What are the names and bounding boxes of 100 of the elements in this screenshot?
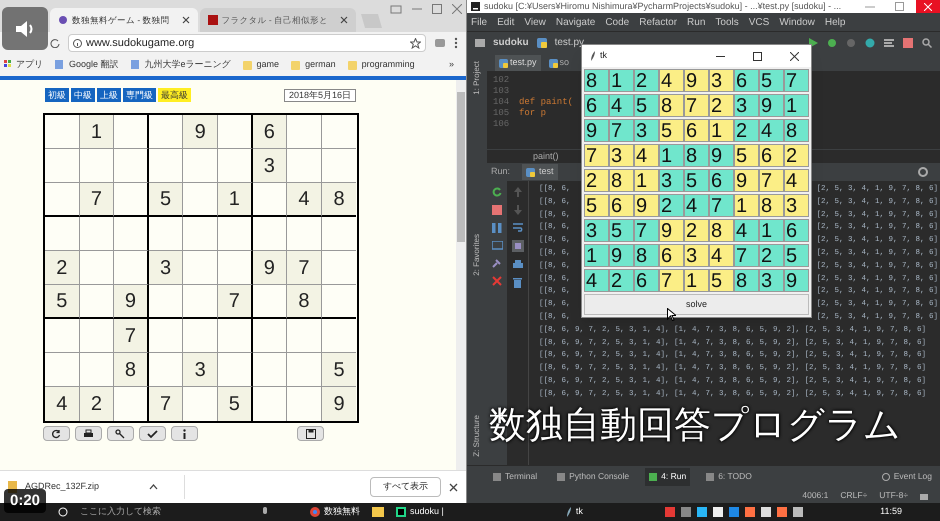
sudoku-cell[interactable]: 7 [148, 387, 184, 421]
status-item[interactable]: CRLF÷ [840, 488, 868, 502]
taskbar-app[interactable]: 数独無料 [310, 505, 360, 519]
sudoku-cell[interactable]: 3 [252, 149, 288, 183]
line-number: 105 [492, 108, 510, 119]
tool-tab[interactable]: 6: TODO [702, 468, 756, 486]
sudoku-cell[interactable]: 8 [114, 353, 149, 387]
menu-item[interactable]: Window [779, 14, 815, 30]
menu-item[interactable]: Navigate [556, 14, 596, 30]
browser-tab[interactable]: フラクタル - 自己相似形と [200, 8, 356, 32]
bookmark[interactable]: Google 翻訳 [55, 58, 119, 72]
taskbar-app[interactable]: tk [566, 505, 583, 519]
more-bookmarks[interactable]: » [448, 58, 462, 72]
answer-cell: 7 [784, 69, 809, 92]
menu-item[interactable]: VCS [748, 14, 770, 30]
answer-cell: 9 [659, 219, 684, 242]
answer-cell: 4 [784, 169, 809, 192]
menu-item[interactable]: Tools [715, 14, 739, 30]
level-button[interactable]: 専門級 [123, 88, 156, 102]
answer-cell: 7 [584, 144, 609, 167]
answer-cell: 1 [759, 219, 784, 242]
answer-cell: 3 [659, 169, 684, 192]
side-tab[interactable]: 2: Favorites [471, 234, 483, 276]
sudoku-cell[interactable]: 5 [148, 183, 184, 217]
tool-tab[interactable]: 4: Run [645, 468, 690, 486]
bookmark[interactable]: 九州大学eラーニング [130, 58, 231, 72]
level-button[interactable]: 上級 [97, 88, 121, 102]
answer-cell: 2 [759, 244, 784, 267]
function-breadcrumb[interactable]: paint() [533, 150, 559, 164]
menu-item[interactable]: Run [687, 14, 706, 30]
sudoku-cell[interactable]: 9 [252, 251, 288, 285]
menu-item[interactable]: Refactor [639, 14, 678, 30]
browser-tab[interactable]: 数独無料ゲーム - 数独問 [50, 8, 198, 32]
answer-cell: 2 [734, 119, 759, 142]
bookmark[interactable]: german [291, 58, 336, 72]
sudoku-cell[interactable]: 9 [114, 285, 149, 319]
show-all-button[interactable]: すべて表示 [370, 477, 441, 497]
answer-cell: 7 [734, 244, 759, 267]
sudoku-cell[interactable]: 9 [183, 115, 218, 149]
video-caption: 数独自動回答プログラム [489, 403, 901, 447]
sudoku-cell[interactable]: 7 [114, 319, 149, 353]
sudoku-cell[interactable]: 5 [45, 285, 80, 319]
sudoku-cell[interactable]: 5 [218, 387, 253, 421]
bookmark[interactable]: programming [348, 58, 415, 72]
line-number: 106 [492, 119, 510, 130]
side-tab[interactable]: 1: Project [471, 61, 483, 95]
answer-cell: 6 [759, 144, 784, 167]
answer-cell: 8 [584, 69, 609, 92]
sudoku-cell[interactable]: 7 [218, 285, 253, 319]
sudoku-cell[interactable]: 7 [80, 183, 114, 217]
sudoku-cell[interactable]: 1 [80, 115, 114, 149]
breadcrumb-item[interactable]: test.py [554, 35, 584, 50]
sudoku-cell[interactable]: 7 [287, 251, 322, 285]
answer-cell: 9 [784, 269, 809, 292]
answer-cell: 5 [709, 269, 734, 292]
level-button[interactable]: 最高級 [158, 88, 191, 102]
status-item[interactable]: UTF-8÷ [879, 488, 908, 502]
line-number: 102 [492, 75, 510, 86]
menu-item[interactable]: Code [605, 14, 630, 30]
sudoku-cell[interactable]: 8 [287, 285, 322, 319]
sudoku-cell[interactable]: 2 [80, 387, 114, 421]
date-field[interactable]: 2018年5月16日 [284, 88, 356, 102]
taskbar-app[interactable]: sudoku | [396, 505, 444, 519]
answer-cell: 9 [634, 194, 659, 217]
sudoku-cell[interactable]: 4 [45, 387, 80, 421]
answer-cell: 6 [584, 94, 609, 117]
address-field[interactable]: www.sudokugame.org [68, 34, 426, 52]
event-log-tab[interactable]: Event Log [882, 470, 932, 483]
sudoku-cell[interactable]: 8 [322, 183, 356, 217]
solve-button[interactable]: solve [584, 294, 809, 315]
level-button[interactable]: 初級 [45, 88, 69, 102]
tool-tab[interactable]: Terminal [489, 468, 542, 486]
taskbar-search[interactable]: ここに入力して検索 [80, 505, 250, 519]
answer-cell: 4 [684, 194, 709, 217]
menu-item[interactable]: File [471, 14, 488, 30]
answer-cell: 3 [634, 119, 659, 142]
sudoku-cell[interactable]: 2 [45, 251, 80, 285]
run-tab[interactable]: test [522, 164, 558, 180]
bookmark[interactable]: アプリ [4, 58, 43, 72]
menu-item[interactable]: Edit [497, 14, 514, 30]
bookmark[interactable]: game [242, 58, 280, 72]
status-item[interactable]: 4006:1 [802, 488, 828, 502]
answer-cell: 7 [659, 269, 684, 292]
sudoku-cell[interactable]: 3 [183, 353, 218, 387]
sudoku-cell[interactable]: 5 [322, 353, 356, 387]
sudoku-cell[interactable]: 4 [287, 183, 322, 217]
breadcrumb-item[interactable]: sudoku [493, 35, 529, 50]
menu-item[interactable]: View [524, 14, 546, 30]
sudoku-cell[interactable]: 1 [218, 183, 253, 217]
sudoku-cell[interactable]: 3 [148, 251, 184, 285]
editor-tab[interactable]: test.py [495, 55, 541, 71]
editor-tab[interactable]: so [544, 55, 574, 71]
answer-cell: 2 [684, 219, 709, 242]
tool-tab[interactable]: Python Console [553, 468, 634, 486]
side-tab[interactable]: Z: Structure [471, 415, 483, 457]
level-button[interactable]: 中級 [71, 88, 95, 102]
sudoku-cell[interactable]: 6 [252, 115, 288, 149]
answer-cell: 1 [609, 69, 634, 92]
sudoku-cell[interactable]: 9 [322, 387, 356, 421]
menu-item[interactable]: Help [824, 14, 846, 30]
